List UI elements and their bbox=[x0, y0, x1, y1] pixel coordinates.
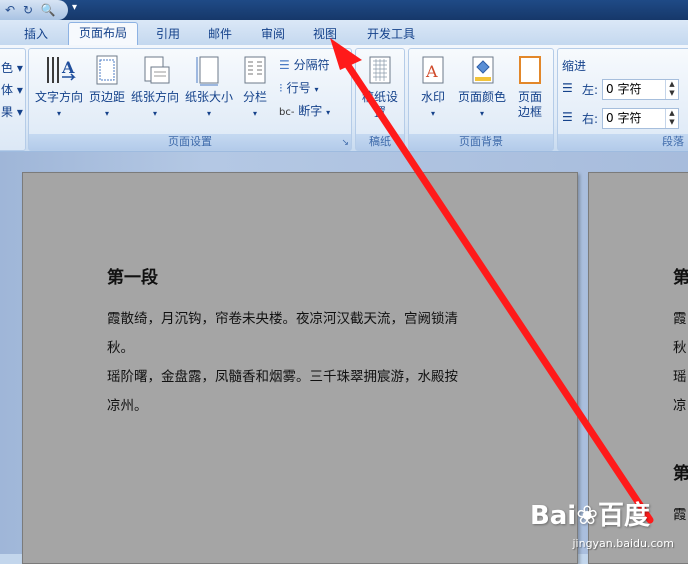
baidu-site-text: jingyan.baidu.com bbox=[572, 537, 674, 550]
baidu-logo: Bai❀百度 bbox=[529, 501, 650, 531]
annotation-arrow bbox=[330, 38, 654, 524]
